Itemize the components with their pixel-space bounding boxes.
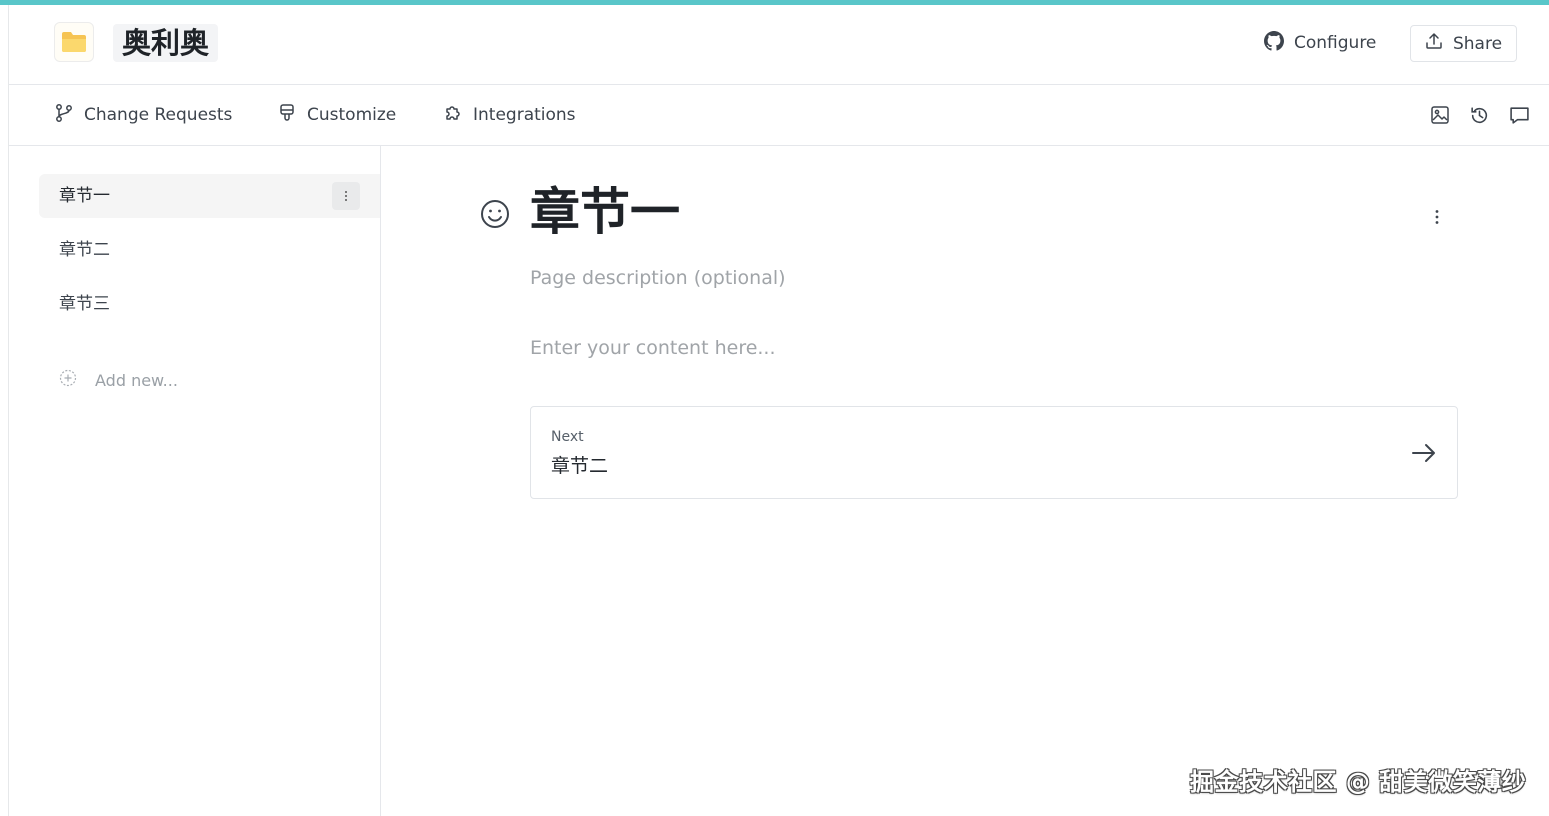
branch-icon <box>54 103 74 128</box>
page-title[interactable]: 章节一 <box>530 180 680 244</box>
sidebar: 章节一 章节二 章节三 Add new... <box>9 146 381 816</box>
paint-brush-icon <box>277 103 297 128</box>
next-page-title: 章节二 <box>551 455 609 477</box>
configure-button[interactable]: Configure <box>1264 27 1376 59</box>
sidebar-item-chapter-1[interactable]: 章节一 <box>39 174 380 218</box>
space-title[interactable]: 奥利奥 <box>113 24 219 62</box>
sidebar-item-label: 章节三 <box>59 294 110 314</box>
share-label: Share <box>1452 33 1503 54</box>
emoji-picker-icon[interactable] <box>480 199 510 229</box>
tab-label: Change Requests <box>84 105 233 125</box>
add-new-button[interactable]: Add new... <box>59 368 178 392</box>
app-header: 奥利奥 Configure Share <box>9 5 1549 85</box>
page-description-input[interactable]: Page description (optional) <box>530 267 786 289</box>
sidebar-item-chapter-3[interactable]: 章节三 <box>39 282 380 326</box>
tab-integrations[interactable]: Integrations <box>443 102 576 128</box>
tab-change-requests[interactable]: Change Requests <box>54 102 232 128</box>
sidebar-item-label: 章节一 <box>59 186 110 206</box>
toolbar: Change Requests Customize Integrations <box>9 85 1549 146</box>
history-icon[interactable] <box>1467 103 1491 127</box>
sidebar-item-chapter-2[interactable]: 章节二 <box>39 228 380 272</box>
arrow-right-icon <box>1411 441 1437 465</box>
watermark: 掘金技术社区 @ 甜美微笑薄纱 <box>1190 768 1527 796</box>
content-editor[interactable]: Enter your content here... <box>530 337 776 359</box>
puzzle-icon <box>443 103 463 128</box>
folder-icon[interactable] <box>54 22 94 62</box>
upload-icon <box>1425 32 1443 55</box>
sidebar-item-label: 章节二 <box>59 240 110 260</box>
tab-customize[interactable]: Customize <box>277 102 396 128</box>
tab-label: Integrations <box>473 105 576 125</box>
image-icon[interactable] <box>1428 103 1452 127</box>
comment-icon[interactable] <box>1507 103 1531 127</box>
share-button[interactable]: Share <box>1410 25 1517 62</box>
add-circle-icon <box>59 369 77 391</box>
next-page-card[interactable]: Next 章节二 <box>530 406 1458 499</box>
add-new-label: Add new... <box>95 370 178 390</box>
github-icon <box>1264 30 1284 56</box>
tab-label: Customize <box>307 105 397 125</box>
more-vertical-icon[interactable] <box>332 182 360 210</box>
configure-label: Configure <box>1294 33 1377 53</box>
page-more-icon[interactable] <box>1424 204 1450 230</box>
next-label: Next <box>551 429 584 445</box>
